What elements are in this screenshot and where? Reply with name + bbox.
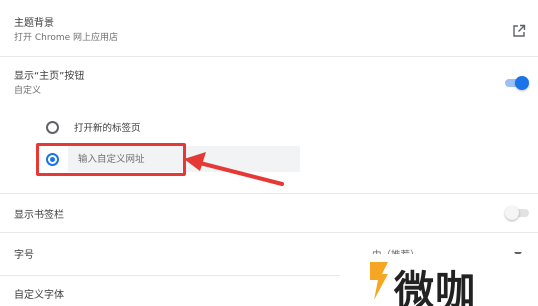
radio-new-tab-label: 打开新的标签页: [74, 123, 141, 134]
font-size-title: 字号: [14, 250, 34, 261]
watermark-text: 微咖: [394, 268, 476, 306]
open-in-new-icon[interactable]: [512, 24, 526, 38]
bookmarks-bar-row[interactable]: 显示书签栏: [0, 194, 538, 230]
radio-option-new-tab[interactable]: 打开新的标签页: [0, 112, 538, 142]
theme-title: 主题背景: [14, 18, 54, 29]
toggle-knob: [515, 76, 529, 90]
theme-row[interactable]: 主题背景 打开 Chrome 网上应用店: [0, 0, 538, 56]
toggle-knob: [505, 206, 519, 220]
logo-mark-icon: [370, 262, 388, 300]
theme-subtitle: 打开 Chrome 网上应用店: [14, 33, 119, 43]
radio-new-tab[interactable]: [46, 121, 59, 134]
home-button-title: 显示“主页”按钮: [14, 71, 85, 82]
bookmarks-bar-title: 显示书签栏: [14, 210, 64, 221]
home-button-subtitle: 自定义: [14, 86, 42, 96]
bookmarks-bar-toggle[interactable]: [505, 206, 531, 220]
home-button-row: 显示“主页”按钮 自定义: [0, 57, 538, 97]
annotation-highlight-box: [36, 143, 186, 176]
custom-fonts-title: 自定义字体: [14, 290, 64, 301]
home-button-toggle[interactable]: [503, 76, 529, 90]
watermark-logo: 微咖: [340, 254, 538, 306]
